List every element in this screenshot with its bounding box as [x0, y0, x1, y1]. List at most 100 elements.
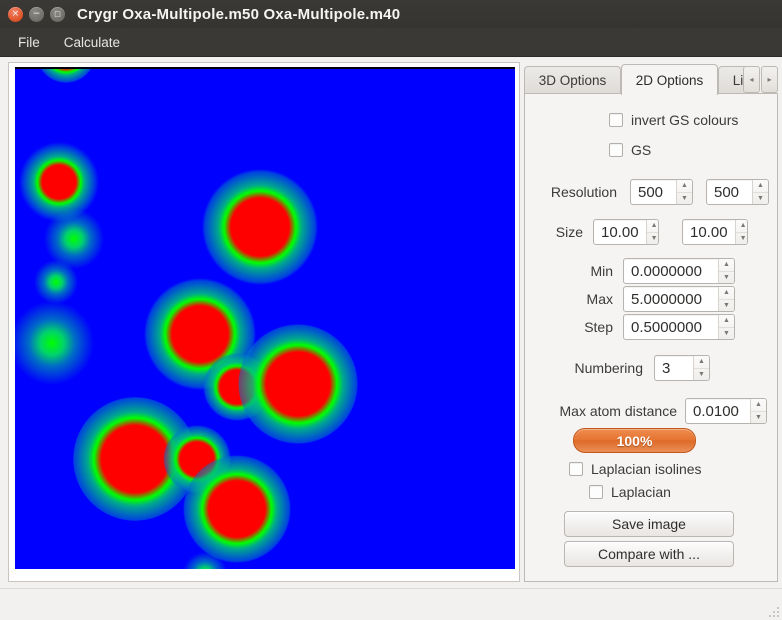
resolution-y-spinbox[interactable]: 500 ▲ ▼	[706, 179, 769, 205]
gs-row[interactable]: GS	[609, 142, 651, 158]
density-peak	[203, 353, 271, 421]
stepper-up-icon[interactable]: ▲	[694, 356, 709, 369]
status-bar	[0, 588, 782, 620]
tab-scroll-right-icon[interactable]: ▸	[761, 66, 778, 93]
stepper-down-icon[interactable]: ▼	[719, 272, 734, 284]
tab-2d-options[interactable]: 2D Options	[621, 64, 718, 95]
numbering-value[interactable]: 3	[655, 356, 693, 380]
numbering-row: Numbering 3 ▲ ▼	[527, 355, 777, 381]
size-y-spinbox[interactable]: 10.00 ▲ ▼	[682, 219, 748, 245]
resolution-label: Resolution	[550, 184, 617, 200]
density-peak	[183, 552, 227, 569]
density-peak	[34, 260, 78, 304]
compare-with-button[interactable]: Compare with ...	[564, 541, 734, 567]
laplacian-isolines-label: Laplacian isolines	[591, 461, 702, 477]
numbering-stepper[interactable]: ▲ ▼	[693, 356, 709, 380]
stepper-down-icon[interactable]: ▼	[753, 193, 768, 205]
stepper-up-icon[interactable]: ▲	[753, 180, 768, 193]
plot-canvas-frame	[8, 62, 520, 582]
invert-gs-colours-label: invert GS colours	[631, 112, 739, 128]
laplacian-isolines-checkbox[interactable]	[569, 462, 583, 476]
max-label: Max	[586, 291, 613, 307]
menu-item-file[interactable]: File	[8, 32, 50, 53]
progress-bar-text: 100%	[616, 432, 653, 449]
step-spinbox[interactable]: 0.5000000 ▲ ▼	[623, 314, 735, 340]
stepper-down-icon[interactable]: ▼	[719, 300, 734, 312]
close-icon: ×	[11, 8, 20, 19]
max-row: Max 5.0000000 ▲ ▼	[527, 286, 777, 312]
resolution-row: Resolution 500 ▲ ▼ 500 ▲ ▼	[527, 179, 777, 205]
size-y-stepper[interactable]: ▲ ▼	[734, 220, 747, 245]
application-window: × − □ Crygr Oxa-Multipole.m50 Oxa-Multip…	[0, 0, 782, 620]
max-atom-distance-row: Max atom distance 0.0100 ▲ ▼	[527, 398, 777, 424]
invert-gs-colours-checkbox[interactable]	[609, 113, 623, 127]
max-spinbox[interactable]: 5.0000000 ▲ ▼	[623, 286, 735, 312]
max-atom-distance-value[interactable]: 0.0100	[686, 399, 750, 423]
save-image-button[interactable]: Save image	[564, 511, 734, 537]
tab-3d-options[interactable]: 3D Options	[524, 66, 621, 94]
stepper-up-icon[interactable]: ▲	[719, 287, 734, 300]
tab-scroll-left-icon[interactable]: ◂	[743, 66, 760, 93]
size-x-value[interactable]: 10.00	[594, 220, 646, 244]
density-peak	[44, 209, 104, 269]
title-bar: × − □ Crygr Oxa-Multipole.m50 Oxa-Multip…	[0, 0, 782, 28]
tab-bar: 3D Options 2D Options Li ◂ ▸	[524, 64, 778, 95]
max-value[interactable]: 5.0000000	[624, 287, 718, 311]
gs-checkbox[interactable]	[609, 143, 623, 157]
electron-density-plot[interactable]	[15, 67, 515, 569]
gs-label: GS	[631, 142, 652, 158]
options-panel: invert GS colours GS Resolution 500 ▲ ▼ 5…	[524, 93, 778, 582]
min-spinbox[interactable]: 0.0000000 ▲ ▼	[623, 258, 735, 284]
resolution-x-stepper[interactable]: ▲ ▼	[676, 180, 692, 204]
size-row: Size 10.00 ▲ ▼ 10.00 ▲ ▼	[527, 219, 777, 245]
resize-grip[interactable]	[767, 605, 779, 617]
stepper-down-icon[interactable]: ▼	[719, 328, 734, 340]
stepper-up-icon[interactable]: ▲	[719, 315, 734, 328]
stepper-down-icon[interactable]: ▼	[751, 412, 766, 424]
numbering-spinbox[interactable]: 3 ▲ ▼	[654, 355, 710, 381]
resolution-x-spinbox[interactable]: 500 ▲ ▼	[630, 179, 693, 205]
laplacian-row[interactable]: Laplacian	[589, 484, 671, 500]
max-atom-distance-spinbox[interactable]: 0.0100 ▲ ▼	[685, 398, 767, 424]
size-x-spinbox[interactable]: 10.00 ▲ ▼	[593, 219, 659, 245]
laplacian-label: Laplacian	[611, 484, 671, 500]
resolution-x-value[interactable]: 500	[631, 180, 676, 204]
maximize-icon: □	[54, 9, 61, 18]
stepper-down-icon[interactable]: ▼	[736, 233, 747, 245]
stepper-down-icon[interactable]: ▼	[677, 193, 692, 205]
density-peak	[19, 142, 99, 222]
stepper-down-icon[interactable]: ▼	[694, 369, 709, 381]
density-peak	[183, 455, 291, 563]
stepper-up-icon[interactable]: ▲	[751, 399, 766, 412]
min-row: Min 0.0000000 ▲ ▼	[527, 258, 777, 284]
invert-gs-colours-row[interactable]: invert GS colours	[609, 112, 738, 128]
close-button[interactable]: ×	[8, 6, 23, 22]
stepper-up-icon[interactable]: ▲	[646, 220, 658, 233]
minimize-button[interactable]: −	[29, 6, 44, 22]
max-atom-distance-label: Max atom distance	[559, 403, 678, 419]
size-y-value[interactable]: 10.00	[683, 220, 735, 244]
menu-item-calculate[interactable]: Calculate	[54, 32, 130, 53]
density-peak	[202, 169, 318, 285]
laplacian-checkbox[interactable]	[589, 485, 603, 499]
numbering-label: Numbering	[574, 360, 643, 376]
resolution-y-value[interactable]: 500	[707, 180, 752, 204]
density-peak	[144, 278, 256, 390]
window-title: Crygr Oxa-Multipole.m50 Oxa-Multipole.m4…	[77, 5, 401, 23]
stepper-down-icon[interactable]: ▼	[647, 233, 658, 245]
laplacian-isolines-row[interactable]: Laplacian isolines	[569, 461, 702, 477]
stepper-up-icon[interactable]: ▲	[735, 220, 747, 233]
step-value[interactable]: 0.5000000	[624, 315, 718, 339]
maximize-button[interactable]: □	[50, 6, 65, 22]
density-peak	[163, 425, 231, 493]
stepper-up-icon[interactable]: ▲	[677, 180, 692, 193]
resolution-y-stepper[interactable]: ▲ ▼	[752, 180, 768, 204]
min-stepper[interactable]: ▲ ▼	[718, 259, 734, 283]
max-stepper[interactable]: ▲ ▼	[718, 287, 734, 311]
size-x-stepper[interactable]: ▲ ▼	[645, 220, 658, 245]
step-stepper[interactable]: ▲ ▼	[718, 315, 734, 339]
density-peak	[73, 397, 197, 521]
min-value[interactable]: 0.0000000	[624, 259, 718, 283]
max-atom-distance-stepper[interactable]: ▲ ▼	[750, 399, 766, 423]
stepper-up-icon[interactable]: ▲	[719, 259, 734, 272]
